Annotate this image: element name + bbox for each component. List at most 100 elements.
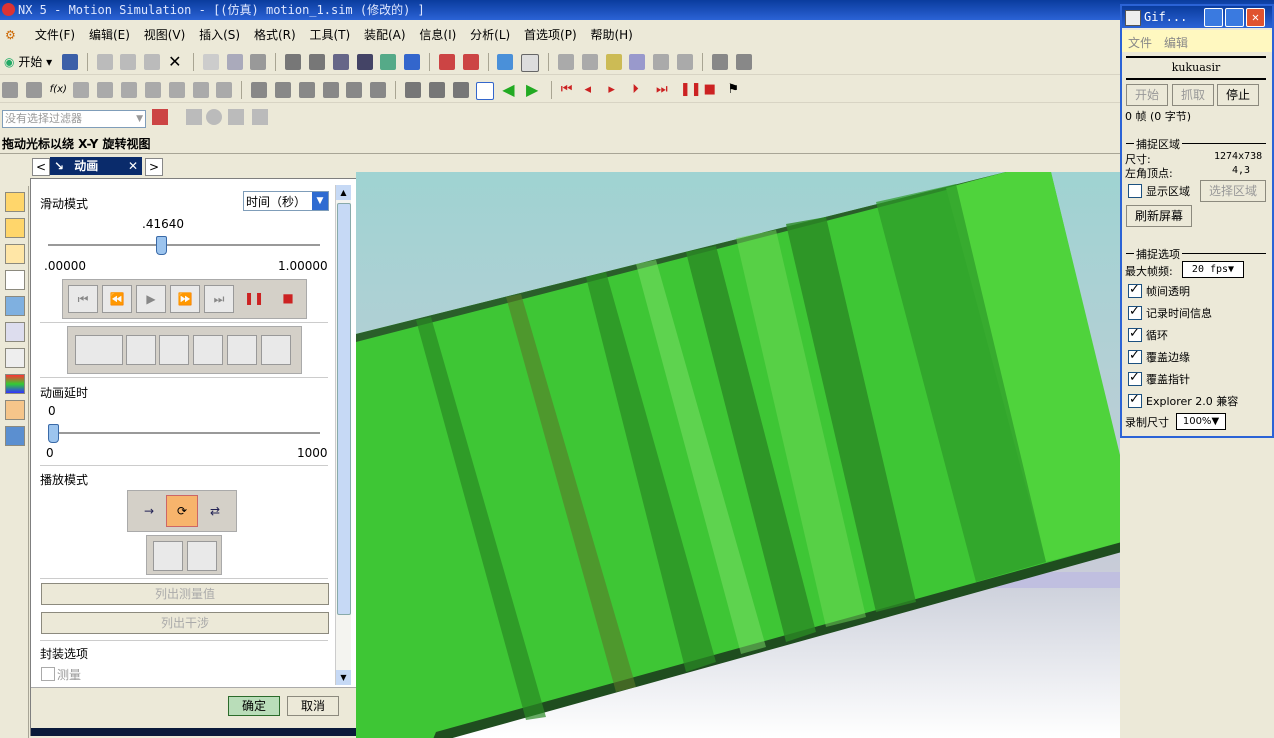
paste-icon[interactable]	[144, 54, 161, 70]
gif-menu-edit[interactable]: 编辑	[1164, 34, 1188, 51]
path-mode-1-icon[interactable]	[153, 541, 183, 571]
sketch5-icon[interactable]	[653, 54, 670, 70]
damper-icon[interactable]	[97, 82, 114, 98]
fast-forward-icon[interactable]: ⏭	[204, 285, 234, 313]
gif-stop-button[interactable]: 停止	[1217, 84, 1259, 106]
wireframe-icon[interactable]	[521, 54, 540, 72]
bushing-icon[interactable]	[121, 82, 138, 98]
trace-icon[interactable]	[322, 82, 339, 98]
option-checkbox-2[interactable]	[1128, 326, 1142, 342]
option-checkbox-3[interactable]	[1128, 348, 1142, 364]
step-back-icon[interactable]: ⏪	[102, 285, 132, 313]
fit-icon[interactable]	[285, 54, 302, 70]
step-forward-icon[interactable]: ⏩	[170, 285, 200, 313]
gif-menu-file[interactable]: 文件	[1128, 34, 1152, 51]
menu-tools[interactable]: 工具(T)	[304, 24, 355, 46]
option-checkbox-1[interactable]	[1128, 304, 1142, 320]
filter-icon-4[interactable]	[228, 109, 244, 125]
link-icon[interactable]	[2, 82, 18, 98]
loop-icon[interactable]: ⟳	[166, 495, 198, 527]
close-icon[interactable]: ✕	[1246, 8, 1265, 27]
prev-icon[interactable]: ◂	[585, 82, 601, 98]
menu-help[interactable]: 帮助(H)	[585, 24, 637, 46]
end-icon[interactable]: ⏭	[656, 82, 672, 98]
pause-icon[interactable]: ❚❚	[680, 82, 702, 98]
menu-info[interactable]: 信息(I)	[414, 24, 461, 46]
start-button[interactable]: ◉ 开始 ▾	[4, 54, 52, 70]
contact-icon[interactable]	[144, 82, 161, 98]
assembly-navigator-icon[interactable]	[5, 192, 25, 212]
forward-arrow-icon[interactable]: ▶	[526, 82, 542, 98]
motion-navigator-icon[interactable]	[5, 270, 25, 290]
marker-icon[interactable]	[216, 82, 233, 98]
close-icon[interactable]: ✕	[128, 157, 138, 175]
filter-icon-3[interactable]	[206, 109, 222, 125]
table-icon[interactable]	[404, 82, 421, 98]
interference-tool-icon[interactable]	[193, 335, 223, 365]
trace-tool-icon[interactable]	[126, 335, 156, 365]
rewind-icon[interactable]: ⏮	[68, 285, 98, 313]
motion-icon[interactable]	[438, 54, 455, 70]
dialog-scrollbar[interactable]: ▲ ▼	[335, 185, 351, 685]
menu-file[interactable]: 文件(F)	[30, 24, 80, 46]
menu-view[interactable]: 视图(V)	[139, 24, 191, 46]
menu-analysis[interactable]: 分析(L)	[465, 24, 515, 46]
solve-icon[interactable]	[274, 82, 291, 98]
max-fps-select[interactable]: 20 fps▼	[1182, 261, 1244, 278]
filter-settings-icon[interactable]	[152, 109, 168, 125]
filter-icon-2[interactable]	[186, 109, 202, 125]
next-icon[interactable]: ⏵	[632, 82, 648, 98]
time-slider-thumb[interactable]	[156, 236, 168, 255]
play-icon[interactable]: ▶	[136, 285, 166, 313]
part-navigator-icon[interactable]	[5, 244, 25, 264]
user-icon[interactable]	[5, 400, 25, 420]
zoom-in-icon[interactable]	[332, 54, 349, 70]
dialog-tab[interactable]: ↘ 动画 ✕	[50, 157, 142, 175]
path-mode-2-icon[interactable]	[187, 541, 217, 571]
flag-icon[interactable]: ⚑	[728, 82, 744, 98]
time-unit-select[interactable]: 时间（秒） ▼	[243, 191, 329, 211]
ruler-icon[interactable]	[711, 54, 728, 70]
delete-icon[interactable]: ✕	[168, 54, 184, 70]
cancel-button[interactable]: 取消	[287, 696, 339, 716]
joint-icon[interactable]	[25, 82, 42, 98]
result-icon[interactable]	[298, 82, 315, 98]
force-icon[interactable]	[168, 82, 185, 98]
gif-start-button[interactable]: 开始	[1126, 84, 1168, 106]
web-browser-icon[interactable]	[5, 296, 25, 316]
cut-icon[interactable]	[96, 54, 113, 70]
shaded-icon[interactable]	[497, 54, 514, 70]
layer-icon[interactable]	[250, 54, 267, 70]
save-icon[interactable]	[62, 54, 78, 70]
sketch3-icon[interactable]	[605, 54, 622, 70]
screen-icon[interactable]	[5, 426, 25, 446]
pingpong-icon[interactable]: ⇄	[200, 497, 230, 525]
undo-icon[interactable]	[202, 54, 219, 70]
explode-tool-icon[interactable]	[159, 335, 189, 365]
selection-filter[interactable]: 没有选择过滤器 ▼	[2, 110, 146, 128]
filter-icon-5[interactable]	[252, 109, 268, 125]
solver-icon[interactable]	[251, 82, 268, 98]
sketch-icon[interactable]	[557, 54, 574, 70]
spring-icon[interactable]	[73, 82, 90, 98]
track-tool-icon[interactable]	[227, 335, 257, 365]
play-icon[interactable]: ▸	[608, 82, 624, 98]
copy-icon[interactable]	[120, 54, 137, 70]
scroll-thumb[interactable]	[337, 203, 351, 615]
scroll-up-icon[interactable]: ▲	[336, 185, 351, 200]
option-checkbox-4[interactable]	[1128, 370, 1142, 386]
calendar-icon[interactable]	[476, 82, 495, 100]
render-icon[interactable]	[404, 54, 421, 70]
angle-icon[interactable]	[735, 54, 752, 70]
constraint-navigator-icon[interactable]	[5, 218, 25, 238]
scroll-down-icon[interactable]: ▼	[336, 670, 351, 685]
measure-checkbox[interactable]	[41, 667, 55, 681]
sketch6-icon[interactable]	[677, 54, 694, 70]
history-icon[interactable]	[5, 322, 25, 342]
show-area-checkbox[interactable]	[1128, 184, 1142, 198]
record-size-select[interactable]: 100%▼	[1176, 413, 1226, 430]
pan-icon[interactable]	[380, 54, 397, 70]
tab-right-arrow[interactable]: >	[145, 158, 163, 176]
measure-tool-icon[interactable]	[75, 335, 123, 365]
ok-button[interactable]: 确定	[228, 696, 280, 716]
